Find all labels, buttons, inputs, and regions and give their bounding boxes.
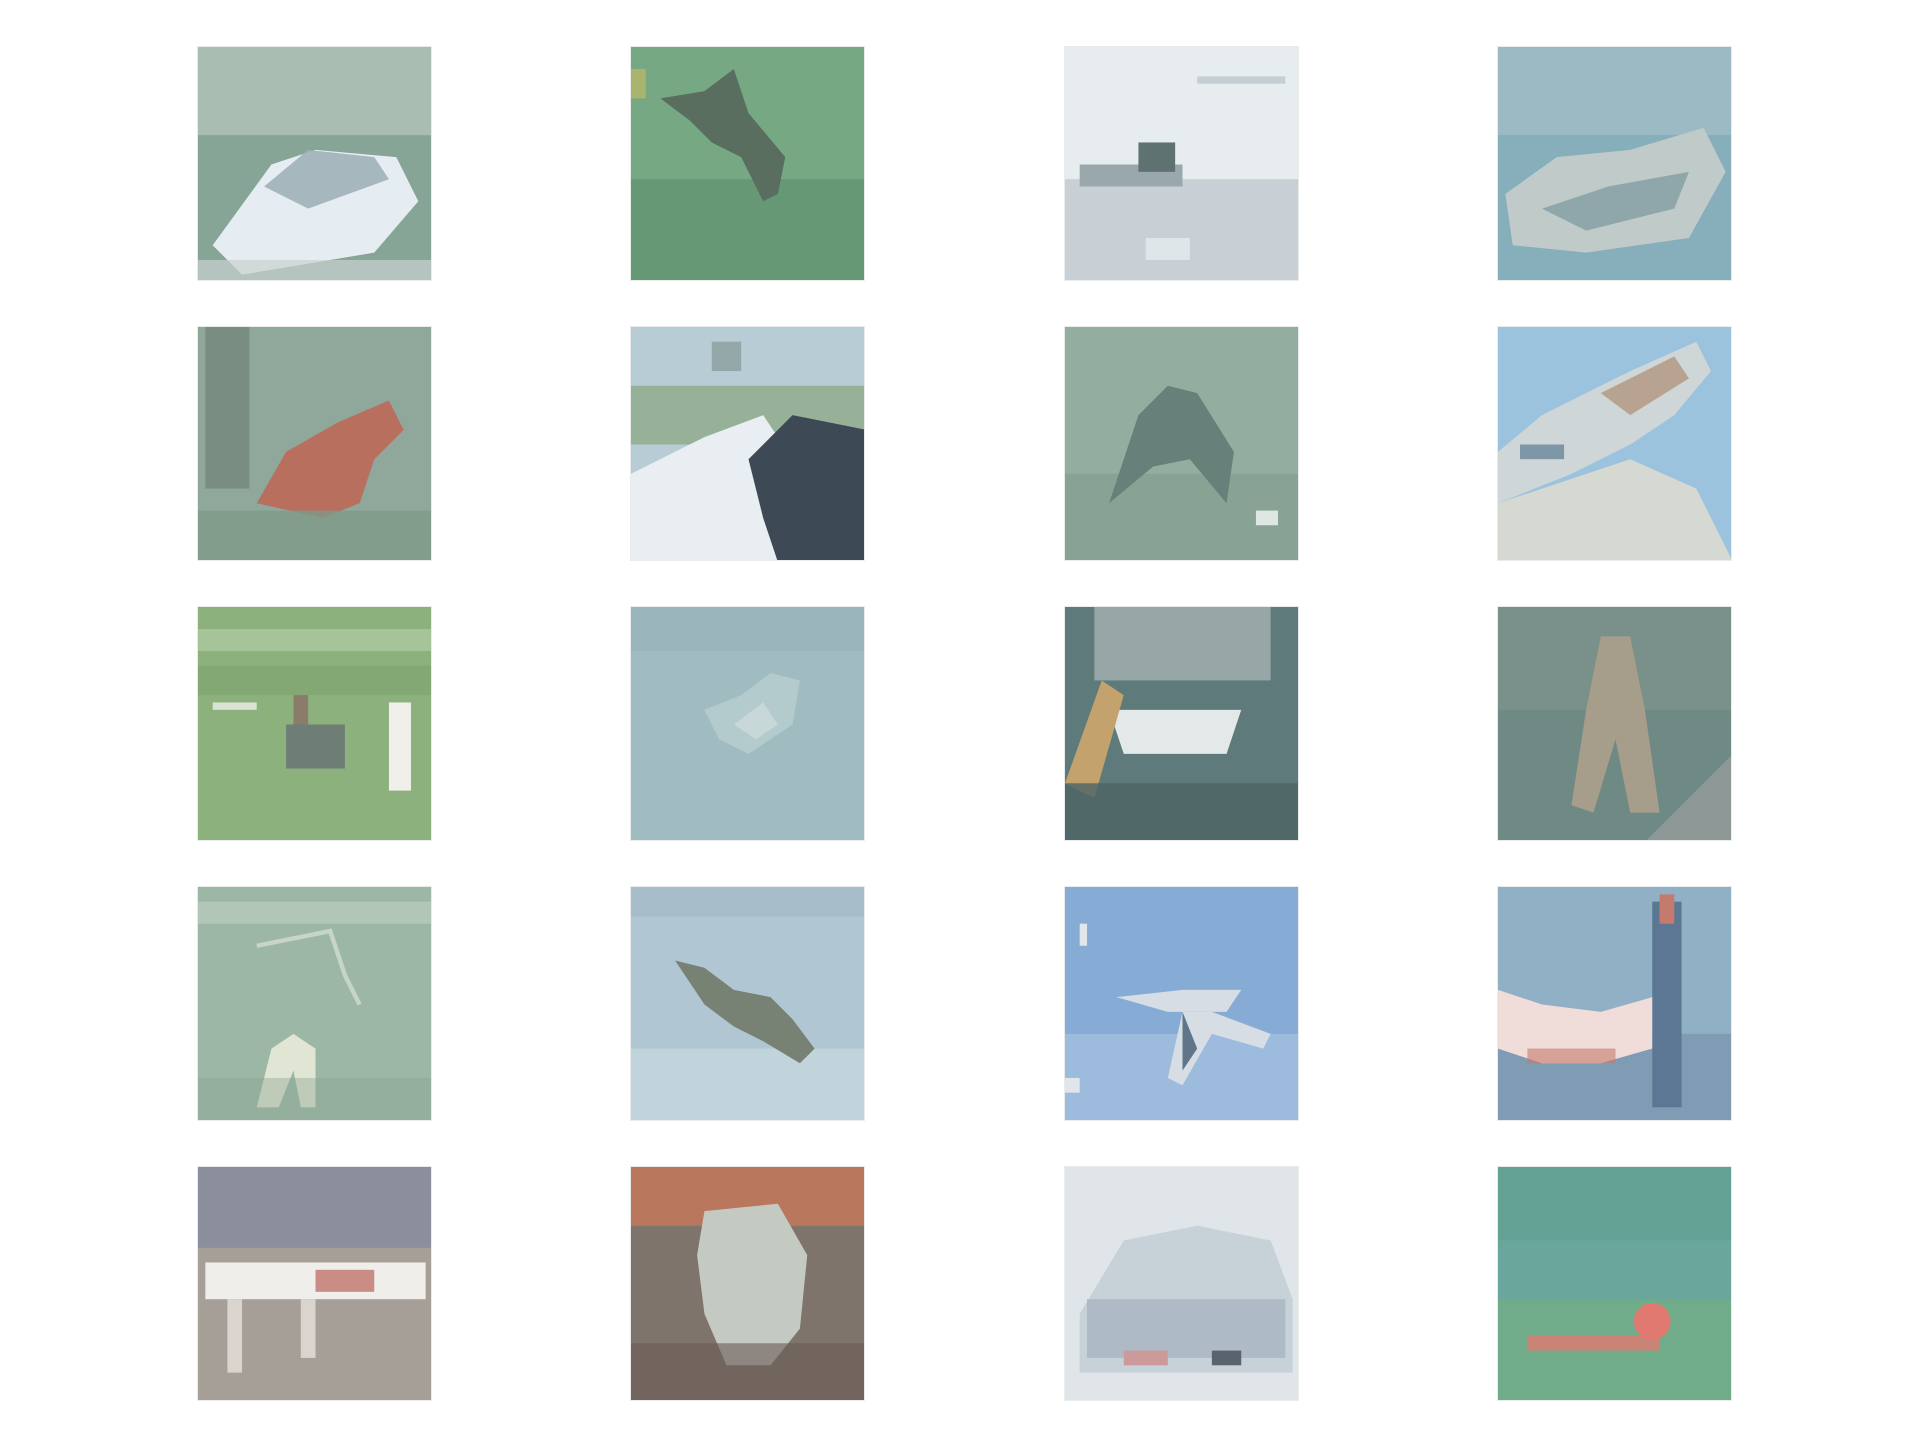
grid-image-1	[198, 47, 431, 280]
grid-image	[197, 326, 432, 561]
grid-image-14	[631, 887, 864, 1120]
grid-image	[197, 606, 432, 841]
grid-image	[1064, 886, 1299, 1121]
grid-image-2	[631, 47, 864, 280]
grid-image-5	[198, 327, 431, 560]
grid-image	[1497, 46, 1732, 281]
grid-image	[630, 1166, 865, 1401]
grid-image-17	[198, 1167, 431, 1400]
grid-image-12	[1498, 607, 1731, 840]
grid-image-19	[1065, 1167, 1298, 1400]
grid-image	[1064, 606, 1299, 841]
grid-image	[1497, 886, 1732, 1121]
grid-image	[630, 326, 865, 561]
grid-image-10	[631, 607, 864, 840]
grid-image-3	[1065, 47, 1298, 280]
image-grid	[0, 0, 1920, 1440]
grid-image	[1064, 46, 1299, 281]
grid-image	[197, 886, 432, 1121]
grid-image-4	[1498, 47, 1731, 280]
grid-image-6	[631, 327, 864, 560]
grid-image	[197, 1166, 432, 1401]
grid-image	[1497, 326, 1732, 561]
grid-image	[630, 886, 865, 1121]
grid-image	[197, 46, 432, 281]
grid-image	[1064, 1166, 1299, 1401]
grid-image	[1497, 1166, 1732, 1401]
grid-image	[1497, 606, 1732, 841]
grid-image	[630, 606, 865, 841]
grid-image-15	[1065, 887, 1298, 1120]
grid-image-8	[1498, 327, 1731, 560]
grid-image-7	[1065, 327, 1298, 560]
grid-image	[630, 46, 865, 281]
grid-image-13	[198, 887, 431, 1120]
grid-image-11	[1065, 607, 1298, 840]
grid-image-16	[1498, 887, 1731, 1120]
grid-image-18	[631, 1167, 864, 1400]
grid-image	[1064, 326, 1299, 561]
grid-image-20	[1498, 1167, 1731, 1400]
grid-image-9	[198, 607, 431, 840]
